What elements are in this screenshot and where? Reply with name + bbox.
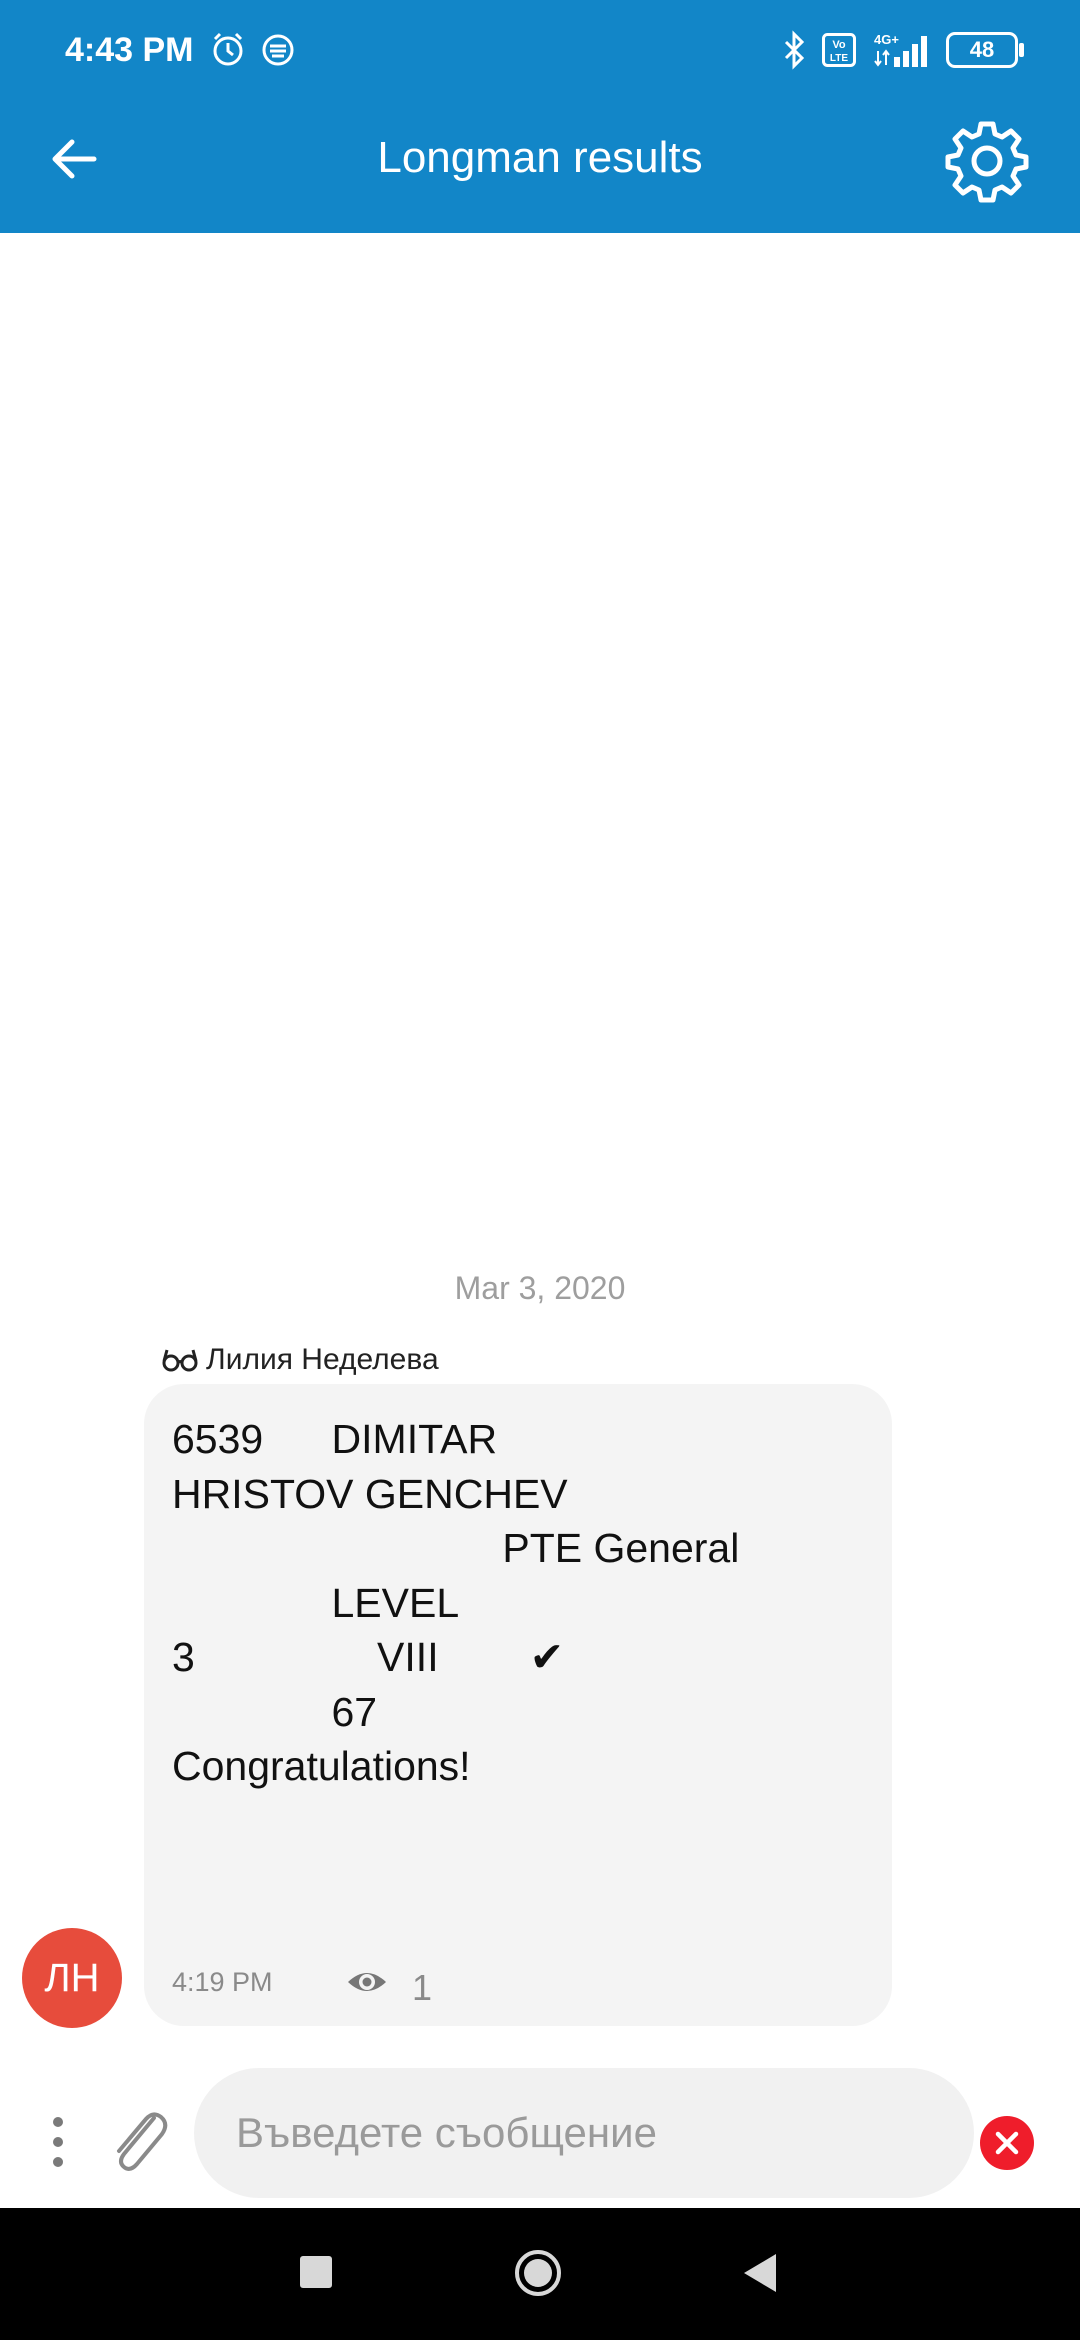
home-button[interactable]	[513, 2248, 563, 2298]
recent-apps-button[interactable]	[300, 2256, 332, 2288]
avatar[interactable]: ЛН	[22, 1928, 122, 2028]
arrow-left-icon	[52, 139, 97, 179]
triangle-back-icon	[744, 2254, 776, 2292]
bluetooth-icon	[784, 30, 805, 70]
more-options-button[interactable]	[40, 2110, 76, 2174]
system-back-button[interactable]	[740, 2250, 780, 2296]
back-button[interactable]	[40, 122, 114, 196]
message-time: 4:19 PM	[172, 1967, 273, 1997]
date-separator: Mar 3, 2020	[454, 1270, 626, 1306]
close-icon	[995, 2131, 1019, 2155]
cancel-button[interactable]	[980, 2116, 1034, 2170]
glasses-icon	[162, 1349, 198, 1372]
settings-button[interactable]	[944, 118, 1030, 204]
vertical-dots-icon	[53, 2117, 63, 2167]
status-time: 4:43 PM	[65, 31, 194, 69]
message-input[interactable]	[194, 2068, 974, 2198]
message-bubble[interactable]: 6539 DIMITAR HRISTOV GENCHEV PTE General…	[144, 1384, 892, 2026]
paperclip-icon	[117, 2112, 168, 2171]
alarm-icon	[213, 32, 243, 66]
status-notification-icons	[210, 30, 300, 70]
seen-count: 1	[412, 1967, 433, 2008]
svg-text:Vo: Vo	[832, 39, 846, 51]
gear-icon	[945, 121, 1029, 203]
battery-icon: 48	[946, 32, 1024, 68]
home-circle-icon	[515, 2250, 561, 2296]
svg-text:LTE: LTE	[830, 53, 848, 64]
svg-text:4G+: 4G+	[874, 32, 899, 47]
page-title: Longman results	[377, 133, 703, 182]
status-right-icons: Vo LTE 4G+ 48	[782, 28, 1024, 72]
sender-row: Лилия Неделева	[162, 1340, 439, 1380]
attach-button[interactable]	[102, 2104, 172, 2178]
signal-icon: 4G+	[874, 32, 927, 67]
volte-icon: Vo LTE	[822, 33, 856, 67]
eye-icon	[348, 1973, 386, 1991]
app-notification-icon	[262, 34, 294, 66]
message-text: 6539 DIMITAR HRISTOV GENCHEV PTE General…	[172, 1416, 740, 1789]
sender-name: Лилия Неделева	[206, 1343, 439, 1376]
